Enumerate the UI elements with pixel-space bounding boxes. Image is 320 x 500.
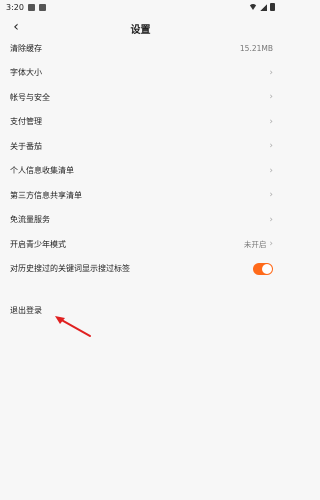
settings-list: 清除缓存 15.21MB 字体大小 › 帐号与安全 › 支付管理 › 关于番茄 … xyxy=(0,36,281,281)
logout-button[interactable]: 退出登录 xyxy=(10,305,42,316)
annotation-arrow-icon xyxy=(55,316,91,337)
status-bar: 3:20 xyxy=(0,0,281,14)
chevron-right-icon: › xyxy=(269,165,273,176)
setting-label: 个人信息收集清单 xyxy=(10,166,74,176)
setting-about[interactable]: 关于番茄 › xyxy=(0,134,281,159)
setting-third-party-share-list[interactable]: 第三方信息共享清单 › xyxy=(0,183,281,208)
battery-icon xyxy=(270,3,275,11)
setting-label: 免流量服务 xyxy=(10,215,50,225)
app-notification-icon xyxy=(38,3,46,11)
setting-label: 帐号与安全 xyxy=(10,92,50,102)
toggle-knob xyxy=(262,263,272,274)
chevron-right-icon: › xyxy=(269,190,273,201)
setting-label: 关于番茄 xyxy=(10,141,42,151)
setting-label: 开启青少年模式 xyxy=(10,239,66,249)
wifi-icon xyxy=(249,4,257,10)
setting-account-security[interactable]: 帐号与安全 › xyxy=(0,85,281,110)
teen-mode-status: 未开启 xyxy=(243,239,267,249)
setting-payment-management[interactable]: 支付管理 › xyxy=(0,110,281,135)
chevron-right-icon: › xyxy=(269,141,273,152)
cache-size: 15.21MB xyxy=(239,43,273,53)
search-tag-toggle[interactable] xyxy=(253,262,273,275)
notification-icon xyxy=(27,3,35,11)
setting-label: 清除缓存 xyxy=(10,43,42,53)
setting-teen-mode[interactable]: 开启青少年模式 未开启 › xyxy=(0,232,281,257)
setting-label: 对历史搜过的关键词显示搜过标签 xyxy=(10,264,130,274)
logout-label: 退出登录 xyxy=(10,306,42,315)
setting-free-data-service[interactable]: 免流量服务 › xyxy=(0,208,281,233)
setting-font-size[interactable]: 字体大小 › xyxy=(0,61,281,86)
signal-icon xyxy=(260,3,267,11)
setting-personal-info-list[interactable]: 个人信息收集清单 › xyxy=(0,159,281,184)
chevron-right-icon: › xyxy=(269,214,273,225)
chevron-right-icon: › xyxy=(269,116,273,127)
status-time: 3:20 xyxy=(6,2,24,12)
back-icon[interactable]: ‹ xyxy=(8,18,24,36)
page-title: 设置 xyxy=(130,24,151,36)
chevron-right-icon: › xyxy=(269,92,273,103)
setting-label: 支付管理 xyxy=(10,117,42,127)
chevron-right-icon: › xyxy=(269,239,273,250)
setting-label: 第三方信息共享清单 xyxy=(10,190,82,200)
chevron-right-icon: › xyxy=(269,67,273,78)
setting-search-history-tag: 对历史搜过的关键词显示搜过标签 xyxy=(0,257,281,282)
setting-clear-cache[interactable]: 清除缓存 15.21MB xyxy=(0,36,281,61)
setting-label: 字体大小 xyxy=(10,68,42,78)
